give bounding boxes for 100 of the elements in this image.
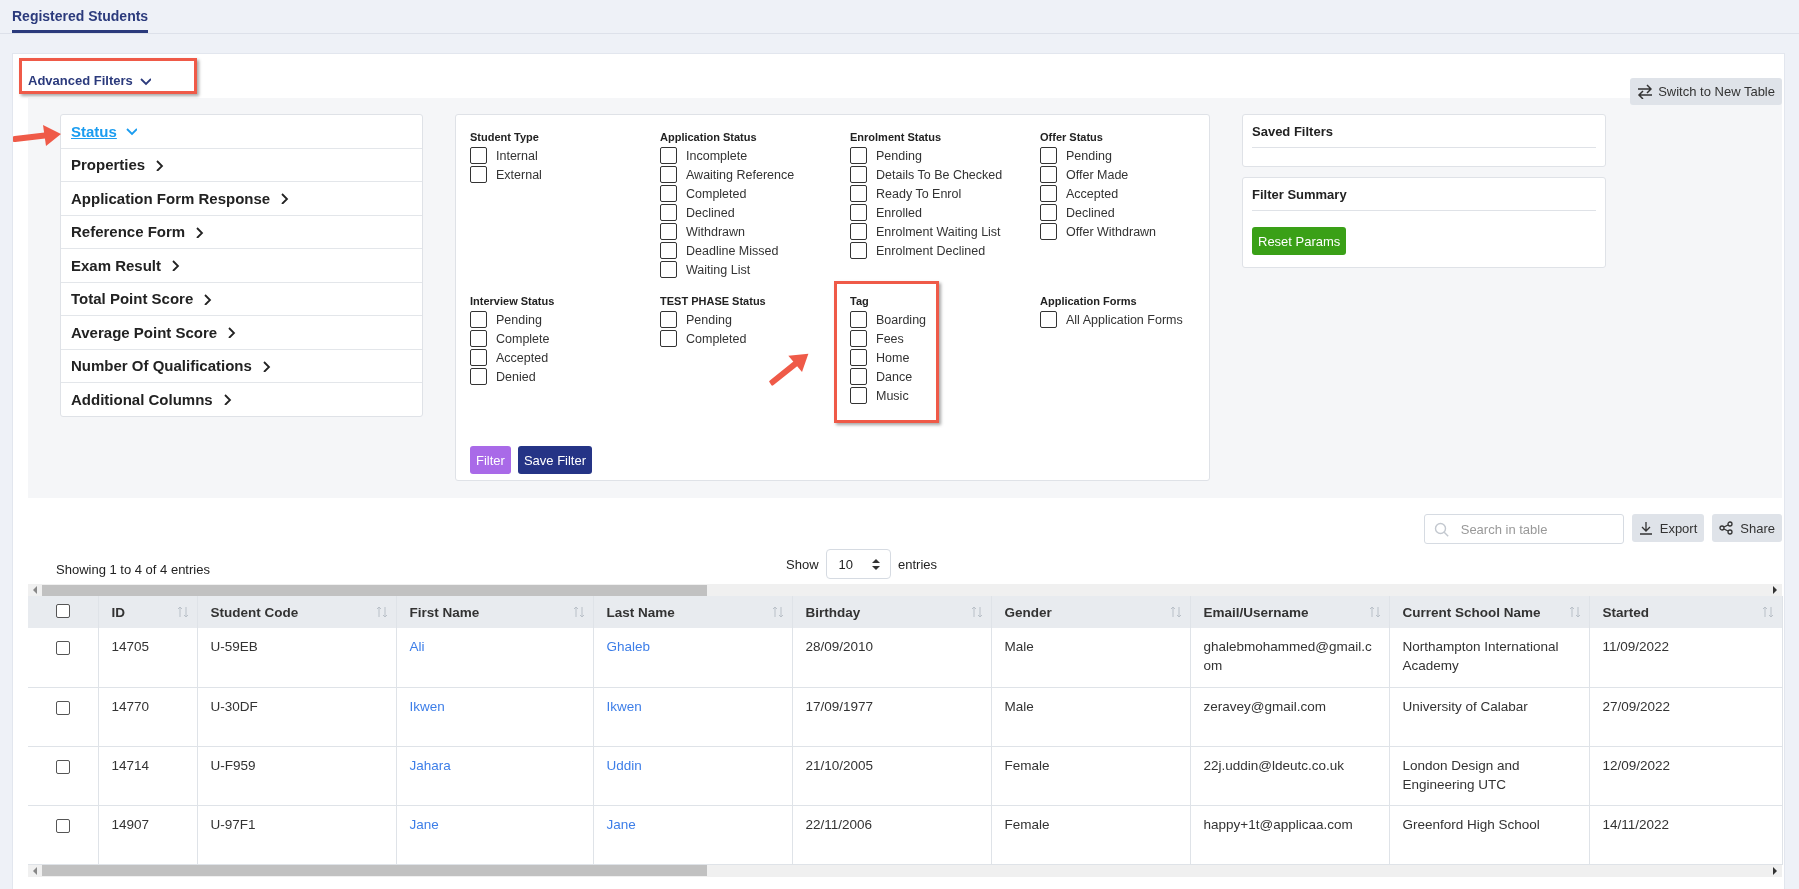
option-label: Details To Be Checked [876, 167, 1003, 182]
column-header[interactable]: Started [1602, 604, 1649, 620]
checkbox[interactable] [850, 185, 867, 202]
group-title: Application Forms [1040, 295, 1138, 307]
tab[interactable]: Registered Students [12, 8, 149, 33]
filter-category[interactable]: Reference Form [61, 223, 206, 241]
save-filter-button[interactable]: Save Filter [517, 446, 593, 474]
filter-category[interactable]: Average Point Score [61, 323, 238, 341]
checkbox[interactable] [660, 147, 677, 164]
checkbox[interactable] [1040, 204, 1057, 221]
chevron-right-icon [201, 292, 214, 305]
table-cell: 14/11/2022 [1602, 816, 1670, 832]
horizontal-scrollbar[interactable] [28, 584, 1782, 596]
checkbox[interactable] [850, 349, 867, 366]
switch-table-button[interactable]: Switch to New Table [1630, 78, 1782, 105]
checkbox[interactable] [850, 311, 867, 328]
export-button[interactable]: Export [1631, 514, 1705, 542]
page-size-select[interactable]: 10 [825, 549, 891, 579]
checkbox[interactable] [55, 818, 70, 833]
group-title: TEST PHASE Status [660, 295, 767, 307]
search-field[interactable]: Search in table [1423, 514, 1624, 544]
option-label: Pending [1066, 148, 1112, 163]
table-cell: 21/10/2005 [805, 757, 874, 773]
filter-category[interactable]: Exam Result [61, 256, 182, 274]
filter-category[interactable]: Application Form Response [61, 189, 291, 207]
checkbox[interactable] [470, 166, 487, 183]
name-link[interactable]: Ali [409, 639, 425, 654]
checkbox[interactable] [660, 166, 677, 183]
checkbox[interactable] [850, 147, 867, 164]
checkbox[interactable] [660, 185, 677, 202]
filter-button[interactable]: Filter [470, 446, 511, 474]
name-link[interactable]: Ghaleb [606, 639, 651, 654]
checkbox[interactable] [1040, 166, 1057, 183]
filter-category[interactable]: Total Point Score [61, 290, 214, 308]
checkbox[interactable] [660, 261, 677, 278]
table-cell: 14770 [111, 698, 150, 714]
checkbox[interactable] [470, 368, 487, 385]
column-header[interactable]: First Name [409, 604, 480, 620]
checkbox[interactable] [850, 387, 867, 404]
share-icon [1719, 520, 1735, 536]
card-title: Saved Filters [1252, 124, 1334, 141]
checkbox[interactable] [850, 166, 867, 183]
name-link[interactable]: Ikwen [409, 698, 445, 714]
checkbox[interactable] [850, 242, 867, 259]
share-button[interactable]: Share [1712, 514, 1782, 542]
table-cell: 17/09/1977 [805, 698, 874, 714]
checkbox[interactable] [55, 759, 70, 774]
checkbox[interactable] [470, 349, 487, 366]
checkbox[interactable] [470, 147, 487, 164]
option-label: Music [876, 388, 909, 403]
advanced-filters-toggle[interactable]: Advanced Filters [28, 73, 151, 88]
column-header[interactable]: Birthday [805, 604, 861, 620]
chevron-right-icon [278, 192, 291, 205]
swap-arrows-icon [1637, 84, 1653, 99]
checkbox[interactable] [660, 330, 677, 347]
option-label: External [496, 167, 542, 182]
checkbox[interactable] [660, 223, 677, 240]
checkbox[interactable] [1040, 147, 1057, 164]
checkbox[interactable] [850, 223, 867, 240]
table-cell: 11/09/2022 [1602, 639, 1670, 654]
name-link[interactable]: Jane [606, 816, 636, 832]
option-label: Enrolled [876, 205, 922, 220]
checkbox[interactable] [55, 700, 70, 715]
option-label: Complete [496, 331, 550, 346]
name-link[interactable]: Uddin [606, 757, 642, 773]
column-header[interactable]: Gender [1004, 604, 1052, 620]
filter-category[interactable]: Additional Columns [61, 390, 233, 408]
checkbox[interactable] [660, 204, 677, 221]
table-cell: London Design and Engineering UTC [1402, 757, 1520, 792]
checkbox[interactable] [1040, 185, 1057, 202]
table-cell: Male [1004, 698, 1034, 714]
filter-category[interactable]: Properties [61, 156, 166, 174]
checkbox[interactable] [55, 641, 70, 655]
name-link[interactable]: Ikwen [606, 698, 642, 714]
option-label: Boarding [876, 312, 927, 327]
table-cell: Greenford High School [1402, 816, 1540, 832]
table-cell: 28/09/2010 [805, 639, 874, 654]
name-link[interactable]: Jane [409, 816, 439, 832]
checkbox[interactable] [470, 330, 487, 347]
checkbox[interactable] [850, 330, 867, 347]
checkbox[interactable] [660, 311, 677, 328]
column-header[interactable]: ID [111, 604, 125, 620]
show-label: Show [786, 556, 819, 572]
group-title: Application Status [660, 131, 758, 143]
search-icon [1433, 522, 1449, 537]
checkbox[interactable] [660, 242, 677, 259]
checkbox[interactable] [470, 311, 487, 328]
name-link[interactable]: Jahara [409, 757, 451, 773]
checkbox[interactable] [1040, 311, 1057, 328]
filter-category[interactable]: Number Of Qualifications [61, 357, 272, 375]
table-cell: Female [1004, 816, 1050, 832]
checkbox[interactable] [850, 368, 867, 385]
group-title: Student Type [470, 131, 540, 143]
checkbox[interactable] [850, 204, 867, 221]
table-cell: zeravey@gmail.com [1203, 698, 1326, 714]
column-header[interactable]: Last Name [606, 604, 675, 620]
option-label: Ready To Enrol [876, 186, 962, 201]
checkbox[interactable] [55, 603, 70, 618]
checkbox[interactable] [1040, 223, 1057, 240]
chevron-right-icon [225, 326, 238, 339]
